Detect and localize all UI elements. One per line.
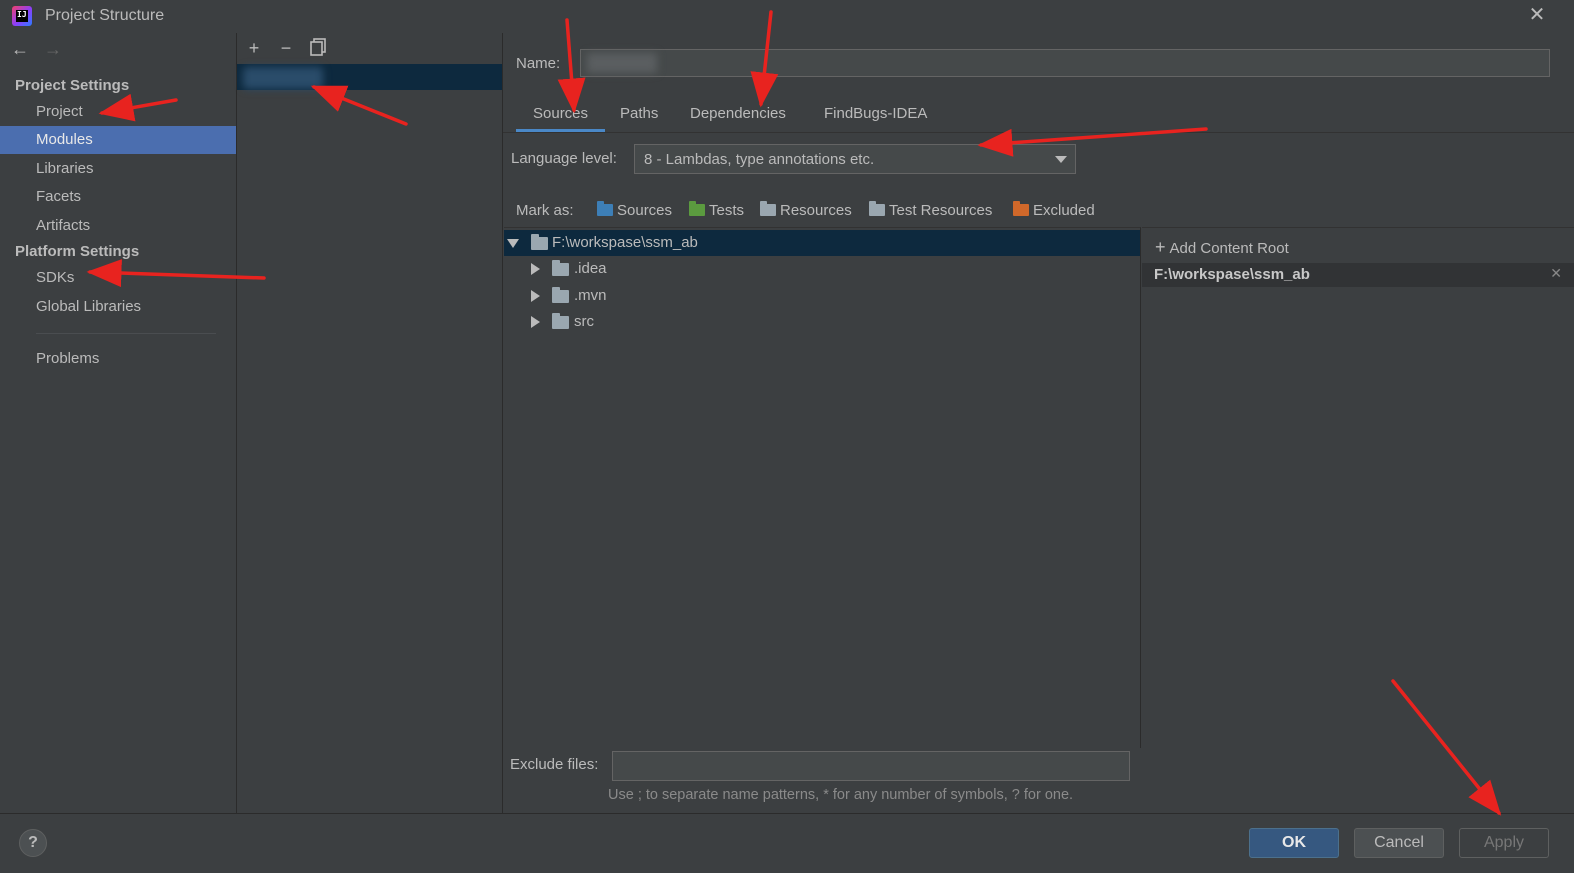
folder-icon [552, 260, 569, 276]
tree-node-mvn[interactable]: .mvn [504, 283, 1140, 309]
nav-item-label: Project [36, 103, 83, 120]
back-arrow-icon[interactable]: ← [10, 39, 30, 60]
tree-node-label: .mvn [574, 287, 607, 304]
mark-as-label-text: Tests [709, 202, 745, 219]
sources-folder-icon [597, 201, 613, 216]
tests-folder-icon [689, 201, 705, 216]
mark-as-sources-button[interactable]: Sources [597, 201, 673, 219]
remove-content-root-icon[interactable]: ✕ [1550, 265, 1562, 282]
add-module-icon[interactable]: + [244, 38, 264, 58]
nav-item-label: Problems [36, 350, 100, 367]
expanded-triangle-icon[interactable] [507, 239, 519, 248]
module-name-input[interactable] [580, 49, 1550, 77]
nav-item-sdks[interactable]: SDKs [0, 264, 236, 292]
module-list-pane: + − [237, 33, 503, 813]
exclude-files-input[interactable] [612, 751, 1130, 781]
nav-item-label: Facets [36, 188, 82, 205]
close-icon[interactable]: ✕ [1526, 4, 1548, 26]
mark-as-label-text: Test Resources [889, 202, 993, 219]
mark-as-label: Mark as: [516, 202, 574, 219]
nav-item-label: SDKs [36, 269, 75, 286]
resources-folder-icon [760, 201, 776, 216]
redacted-name-value [587, 53, 657, 73]
content-roots-panel: + Add Content Root F:\workspase\ssm_ab ✕ [1142, 227, 1574, 814]
name-label: Name: [516, 55, 561, 72]
window-title: Project Structure [45, 7, 165, 24]
exclude-files-hint: Use ; to separate name patterns, * for a… [608, 787, 1074, 803]
add-content-root-label: Add Content Root [1169, 240, 1289, 257]
dialog-button-bar: ? OK Cancel Apply [0, 813, 1574, 873]
collapsed-triangle-icon[interactable] [531, 263, 540, 275]
tree-node-label: .idea [574, 260, 607, 277]
nav-item-label: Modules [36, 131, 93, 148]
nav-item-problems[interactable]: Problems [0, 345, 236, 373]
help-button[interactable]: ? [19, 829, 47, 857]
folder-icon [552, 287, 569, 303]
mark-as-label-text: Resources [780, 202, 852, 219]
project-settings-header: Project Settings [15, 77, 130, 94]
tab-sources[interactable]: Sources [533, 105, 588, 131]
mark-as-label-text: Excluded [1033, 202, 1095, 219]
forward-arrow-icon[interactable]: → [43, 39, 63, 60]
content-root-path: F:\workspase\ssm_ab [1154, 266, 1310, 283]
tabs-divider [503, 132, 1574, 133]
folder-icon [552, 313, 569, 329]
redacted-module-name [243, 67, 323, 89]
tree-node-label: F:\workspase\ssm_ab [552, 234, 698, 251]
nav-item-label: Libraries [36, 160, 94, 177]
language-level-label: Language level: [511, 150, 617, 167]
nav-item-project[interactable]: Project [0, 98, 236, 126]
mark-as-tests-button[interactable]: Tests [689, 201, 745, 219]
ok-button[interactable]: OK [1249, 828, 1339, 858]
test-resources-folder-icon [869, 201, 885, 216]
tab-findbugs-idea[interactable]: FindBugs-IDEA [824, 105, 927, 131]
tree-node-label: src [574, 313, 594, 330]
nav-divider [36, 333, 216, 334]
nav-item-label: Artifacts [36, 217, 91, 234]
nav-item-facets[interactable]: Facets [0, 183, 236, 211]
title-bar: IJ Project Structure ✕ [0, 0, 1574, 33]
excluded-folder-icon [1013, 201, 1029, 216]
mark-as-excluded-button[interactable]: Excluded [1013, 201, 1095, 219]
module-list-item[interactable] [237, 64, 502, 90]
nav-item-artifacts[interactable]: Artifacts [0, 212, 236, 240]
exclude-files-label: Exclude files: [510, 756, 599, 773]
plus-icon: + [1155, 237, 1166, 257]
tree-node-root[interactable]: F:\workspase\ssm_ab [504, 230, 1140, 256]
add-content-root-button[interactable]: + Add Content Root [1155, 237, 1289, 258]
language-level-select[interactable]: 8 - Lambdas, type annotations etc. [634, 144, 1076, 174]
mark-as-test-resources-button[interactable]: Test Resources [869, 201, 993, 219]
intellij-app-icon: IJ [12, 6, 32, 26]
folder-icon [531, 234, 548, 250]
language-level-value: 8 - Lambdas, type annotations etc. [644, 151, 875, 168]
nav-item-label: Global Libraries [36, 298, 142, 315]
collapsed-triangle-icon[interactable] [531, 316, 540, 328]
settings-navigation: ← → Project Settings Project Modules Lib… [0, 33, 237, 813]
apply-button[interactable]: Apply [1459, 828, 1549, 858]
remove-module-icon[interactable]: − [276, 38, 296, 58]
mark-as-resources-button[interactable]: Resources [760, 201, 852, 219]
copy-module-icon[interactable] [308, 38, 328, 58]
cancel-button[interactable]: Cancel [1354, 828, 1444, 858]
tree-node-src[interactable]: src [504, 309, 1140, 335]
tab-paths[interactable]: Paths [620, 105, 658, 131]
chevron-down-icon [1055, 156, 1067, 163]
content-root-row[interactable]: F:\workspase\ssm_ab ✕ [1142, 263, 1574, 287]
collapsed-triangle-icon[interactable] [531, 290, 540, 302]
tree-node-idea[interactable]: .idea [504, 256, 1140, 282]
module-details-pane: Name: Sources Paths Dependencies FindBug… [503, 33, 1574, 814]
nav-item-modules[interactable]: Modules [0, 126, 236, 154]
nav-item-global-libraries[interactable]: Global Libraries [0, 293, 236, 321]
content-tree: F:\workspase\ssm_ab .idea .mvn src [504, 227, 1141, 748]
mark-as-label-text: Sources [617, 202, 673, 219]
platform-settings-header: Platform Settings [15, 243, 140, 260]
tab-dependencies[interactable]: Dependencies [690, 105, 786, 131]
nav-item-libraries[interactable]: Libraries [0, 155, 236, 183]
